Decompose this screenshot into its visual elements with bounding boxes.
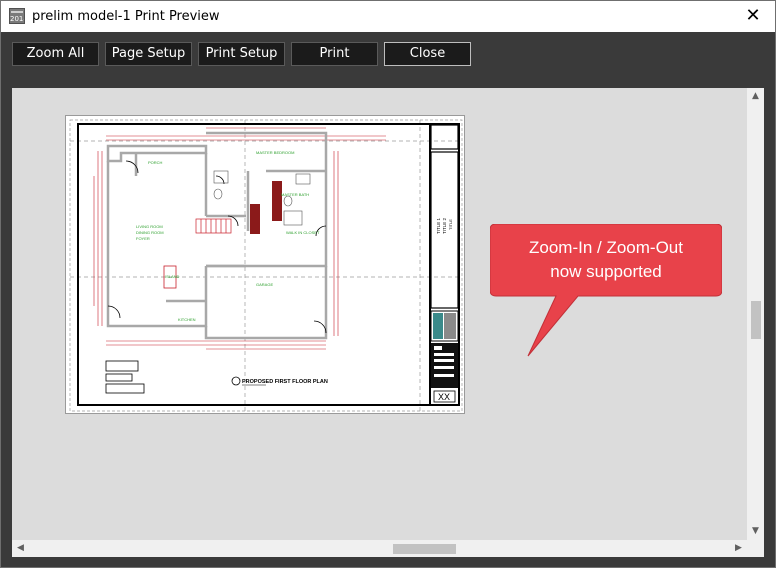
horizontal-scroll-thumb[interactable] (393, 544, 456, 554)
preview-viewport[interactable]: XX TITLE 1 TITLE 2 TITLE PORCH MASTER BE… (12, 88, 764, 557)
room-label-kitchen: KITCHEN (178, 317, 196, 322)
title-block-title-1: TITLE 1 (436, 217, 441, 234)
room-label-master-bath: MASTER BATH (281, 192, 309, 197)
toolbar: Zoom All Page Setup Print Setup Print Cl… (1, 32, 775, 77)
scrollbar-corner (747, 540, 764, 557)
room-label-dining-room: DINING ROOM (136, 230, 164, 235)
callout-line-1: Zoom-In / Zoom-Out (529, 238, 683, 257)
scroll-up-icon[interactable]: ▲ (747, 88, 764, 105)
floor-plan-drawing: XX TITLE 1 TITLE 2 TITLE PORCH MASTER BE… (69, 119, 463, 412)
callout-line-2: now supported (550, 262, 662, 281)
scroll-left-icon[interactable]: ◀ (12, 540, 29, 557)
room-label-master-bedroom: MASTER BEDROOM (256, 150, 294, 155)
scroll-down-icon[interactable]: ▼ (747, 523, 764, 540)
page-setup-button[interactable]: Page Setup (105, 42, 192, 66)
sheet-number: XX (438, 392, 450, 402)
print-setup-button[interactable]: Print Setup (198, 42, 285, 66)
vertical-scroll-thumb[interactable] (751, 301, 761, 339)
print-preview-window: 2018 prelim model-1 Print Preview ✕ Zoom… (0, 0, 776, 568)
room-label-living-room: LIVING ROOM (136, 224, 163, 229)
room-label-porch: PORCH (148, 160, 163, 165)
horizontal-scrollbar[interactable]: ◀ ▶ (12, 540, 747, 557)
room-label-island: ISLAND (165, 274, 180, 279)
zoom-all-button[interactable]: Zoom All (12, 42, 99, 66)
title-block-title-2: TITLE 2 (442, 217, 447, 234)
app-icon: 2018 (9, 8, 25, 24)
room-label-foyer: FOYER (136, 236, 150, 241)
title-block-title-3: TITLE (448, 219, 453, 230)
close-button[interactable]: Close (384, 42, 471, 66)
vertical-scrollbar[interactable]: ▲ ▼ (747, 88, 764, 540)
print-button[interactable]: Print (291, 42, 378, 66)
room-label-walk-in-closet: WALK IN CLOSET (286, 230, 320, 235)
close-window-icon[interactable]: ✕ (741, 5, 765, 27)
plan-title: PROPOSED FIRST FLOOR PLAN (242, 379, 328, 385)
callout-text: Zoom-In / Zoom-Out now supported (490, 236, 722, 284)
scroll-right-icon[interactable]: ▶ (730, 540, 747, 557)
room-label-garage: GARAGE (256, 282, 273, 287)
title-bar: 2018 prelim model-1 Print Preview ✕ (1, 1, 775, 32)
window-title: prelim model-1 Print Preview (32, 9, 220, 24)
print-page: XX TITLE 1 TITLE 2 TITLE PORCH MASTER BE… (65, 115, 465, 414)
